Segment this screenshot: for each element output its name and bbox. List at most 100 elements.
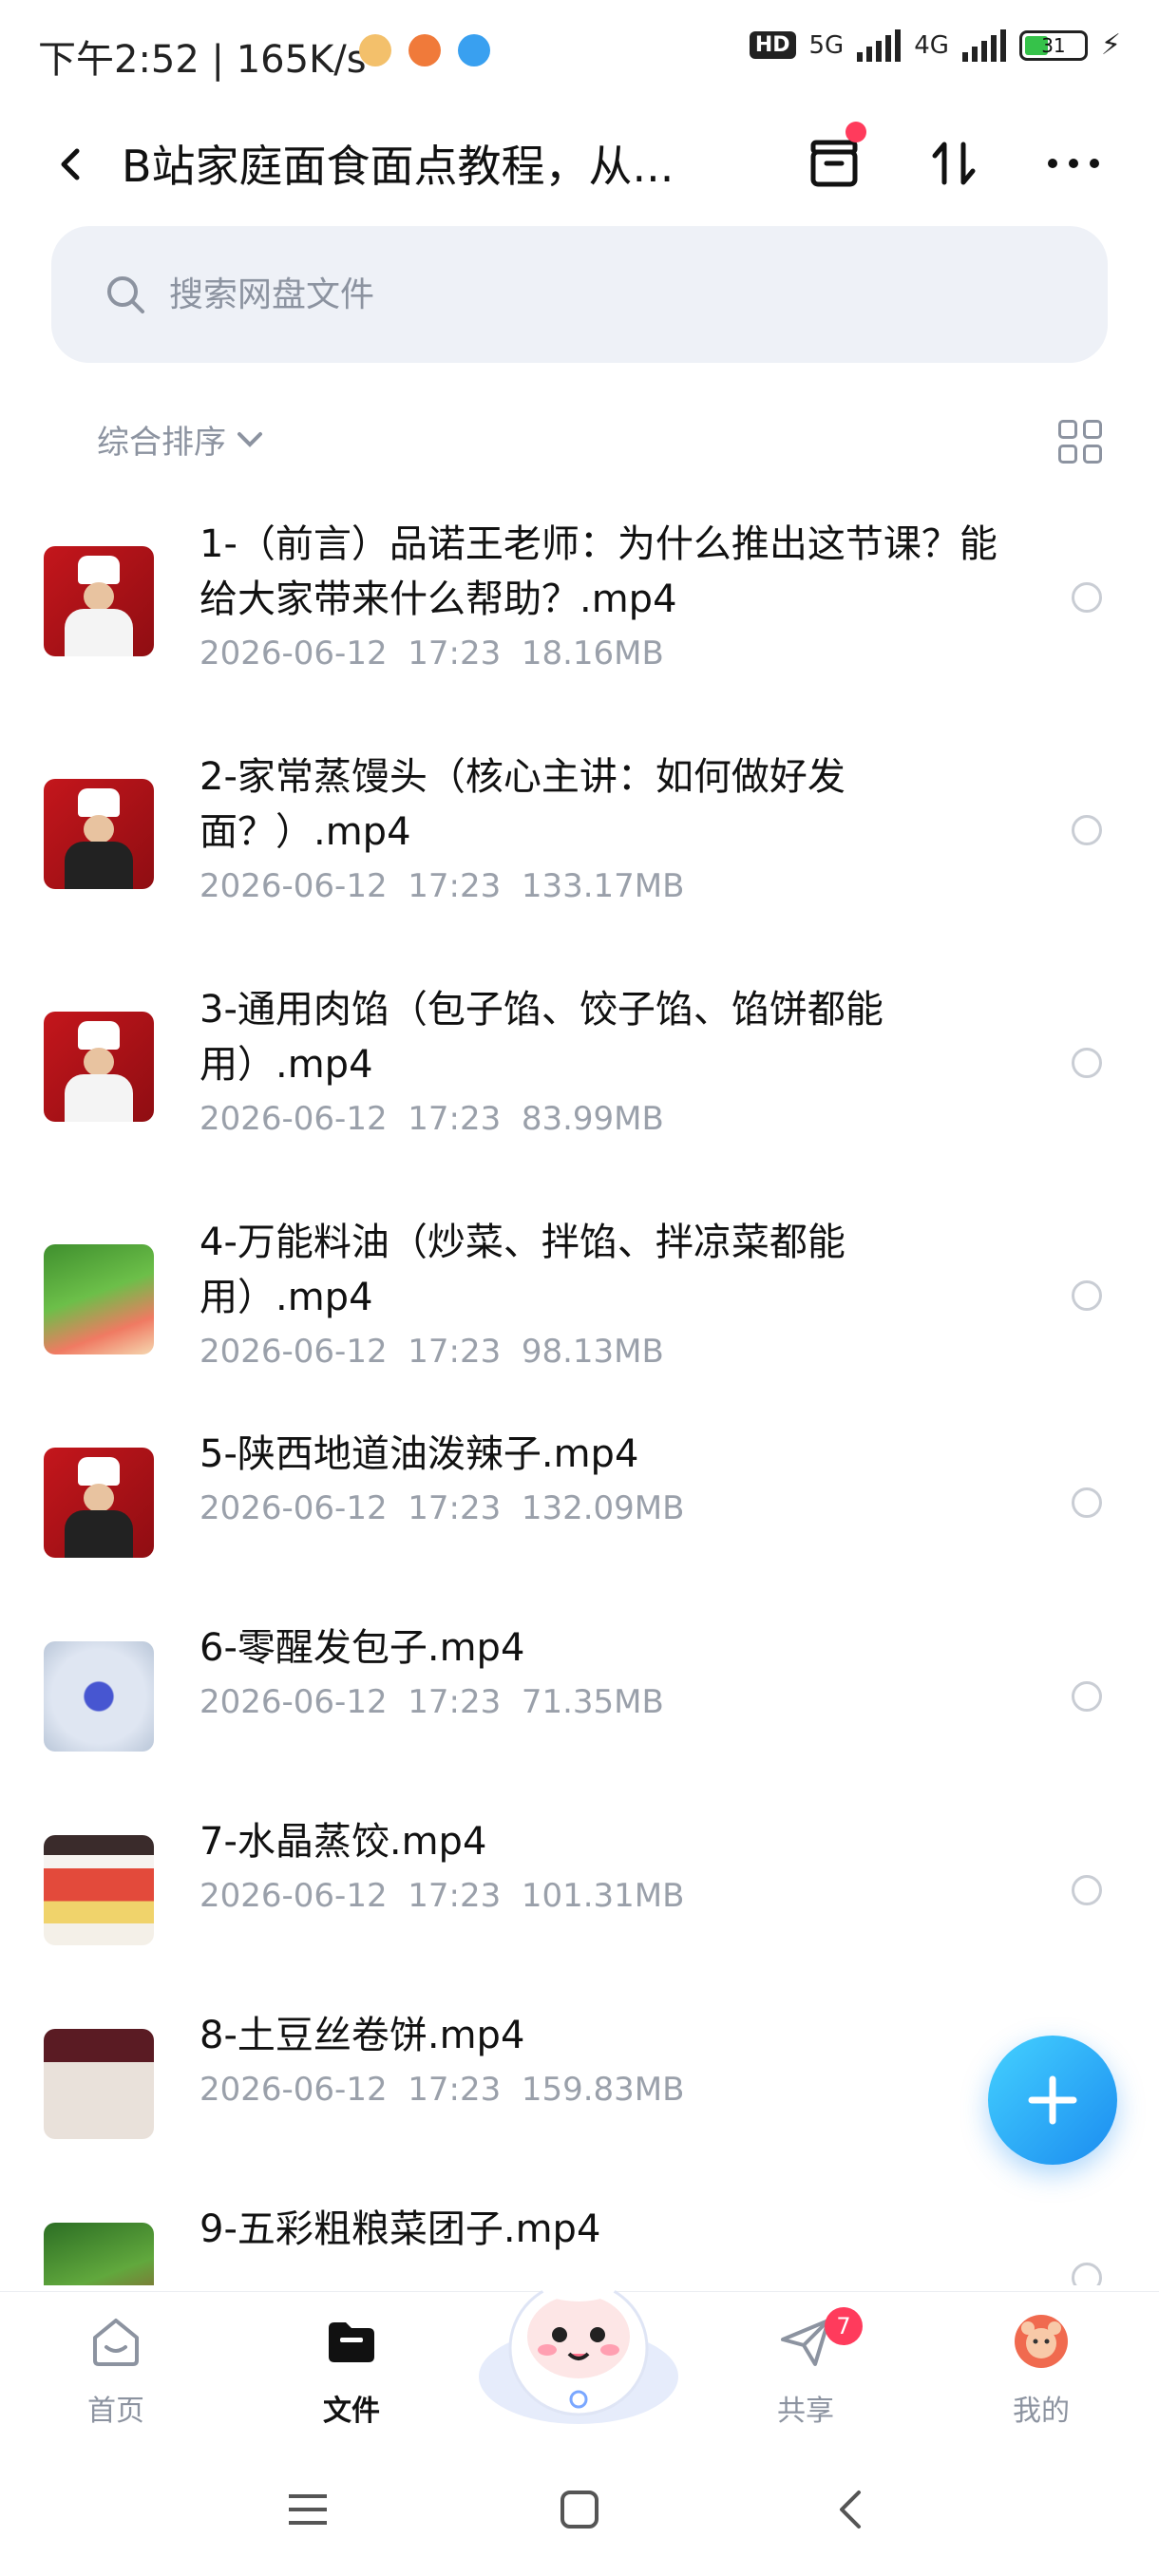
nav-home[interactable]: 首页 [40,2292,192,2444]
chevron-left-icon [61,148,80,180]
file-name: 2-家常蒸馒头（核心主讲：如何做好发面？）.mp4 [200,755,846,854]
file-item[interactable]: 3-通用肉馅（包子馅、饺子馅、馅饼都能用）.mp4 2026-06-12 17:… [0,940,1159,1173]
file-meta: 2026-06-12 17:23 132.09MB [200,1489,684,1527]
file-time: 17:23 [408,1100,502,1138]
file-meta: 2026-06-12 17:23 83.99MB [200,1100,664,1138]
sort-arrows-icon [932,142,976,185]
status-indicators: HD 5G 4G 31 ⚡ [749,28,1121,62]
chevron-down-icon [238,431,262,447]
select-radio[interactable] [1072,582,1102,613]
sort-dropdown[interactable]: 综合排序 [97,416,264,463]
file-name: 6-零醒发包子.mp4 [200,1626,525,1670]
search-icon [107,276,144,313]
file-meta: 2026-06-12 17:23 98.13MB [200,1333,664,1371]
avatar-icon [1015,2315,1068,2368]
file-size: 98.13MB [521,1333,664,1371]
home-icon [93,2319,139,2366]
video-thumbnail [44,2223,154,2285]
file-item[interactable]: 4-万能料油（炒菜、拌馅、拌凉菜都能用）.mp4 2026-06-12 17:2… [0,1173,1159,1406]
file-date: 2026-06-12 [200,1489,388,1527]
file-item[interactable]: 2-家常蒸馒头（核心主讲：如何做好发面？）.mp4 2026-06-12 17:… [0,708,1159,940]
file-item[interactable]: 1-（前言）品诺王老师：为什么推出这节课？能给大家带来什么帮助？.mp4 202… [0,475,1159,708]
nav-mine[interactable]: 我的 [965,2292,1117,2444]
file-time: 17:23 [408,1333,502,1371]
archive-icon [810,140,858,187]
folder-icon [329,2322,374,2362]
sort-button[interactable] [916,125,992,201]
video-thumbnail [44,1012,154,1122]
file-size: 18.16MB [521,635,664,672]
video-thumbnail [44,779,154,889]
app-notification-icon [408,34,441,66]
file-date: 2026-06-12 [200,1683,388,1721]
file-name: 1-（前言）品诺王老师：为什么推出这节课？能给大家带来什么帮助？.mp4 [200,522,998,621]
status-time: 下午2:52 | 165K/s [38,38,367,82]
status-app-icons [359,34,490,66]
nav-share[interactable]: 7 共享 [730,2292,882,2444]
file-item[interactable]: 6-零醒发包子.mp4 2026-06-12 17:23 71.35MB [0,1600,1159,1793]
add-button[interactable] [988,2036,1117,2165]
file-size: 83.99MB [521,1100,664,1138]
system-nav-bar [0,2443,1159,2576]
search-input[interactable] [167,274,1026,315]
video-thumbnail [44,546,154,656]
header: B站家庭面食面点教程，从... [0,104,1159,237]
more-button[interactable] [1036,125,1112,201]
battery-level: 31 [1041,33,1066,57]
app-notification-icon [359,34,391,66]
more-icon [1048,159,1099,168]
sort-label: 综合排序 [97,424,226,462]
back-button[interactable] [38,131,104,198]
assistant-mascot-button[interactable] [471,2234,686,2434]
menu-icon[interactable] [279,2481,336,2538]
signal-icon [857,28,902,62]
back-triangle-icon[interactable] [823,2481,880,2538]
select-radio[interactable] [1072,1048,1102,1078]
file-size: 71.35MB [521,1683,664,1721]
select-radio[interactable] [1072,1875,1102,1905]
video-thumbnail [44,1244,154,1354]
select-radio[interactable] [1072,1487,1102,1518]
video-thumbnail [44,1835,154,1945]
file-time: 17:23 [408,1489,502,1527]
battery-icon: 31 [1018,29,1088,61]
nav-files[interactable]: 文件 [276,2292,428,2444]
file-item[interactable]: 7-水晶蒸饺.mp4 2026-06-12 17:23 101.31MB [0,1793,1159,1987]
transfer-box-button[interactable] [796,122,872,201]
nav-files-label: 文件 [323,2395,380,2428]
file-meta: 2026-06-12 17:23 159.83MB [200,2071,684,2109]
notification-dot [846,122,866,142]
file-size: 132.09MB [521,1489,685,1527]
search-bar[interactable] [51,226,1108,363]
file-name: 4-万能料油（炒菜、拌馅、拌凉菜都能用）.mp4 [200,1221,846,1319]
file-name: 3-通用肉馅（包子馅、饺子馅、馅饼都能用）.mp4 [200,988,884,1087]
file-time: 17:23 [408,1683,502,1721]
video-thumbnail [44,1448,154,1558]
file-time: 17:23 [408,2071,502,2109]
file-item[interactable]: 8-土豆丝卷饼.mp4 2026-06-12 17:23 159.83MB [0,1987,1159,2181]
nav-share-label: 共享 [777,2395,834,2428]
grid-view-icon[interactable] [1058,420,1102,464]
network-5g-label: 5G [808,30,845,60]
file-list: 1-（前言）品诺王老师：为什么推出这节课？能给大家带来什么帮助？.mp4 202… [0,475,1159,2285]
nav-home-label: 首页 [87,2395,144,2428]
plus-icon [1028,2075,1077,2125]
mascot-icon [479,2271,678,2424]
select-radio[interactable] [1072,1681,1102,1712]
file-date: 2026-06-12 [200,1877,388,1915]
select-radio[interactable] [1072,2263,1102,2285]
select-radio[interactable] [1072,1280,1102,1311]
file-date: 2026-06-12 [200,2071,388,2109]
home-square-icon[interactable] [551,2481,608,2538]
select-radio[interactable] [1072,815,1102,845]
file-meta: 2026-06-12 17:23 133.17MB [200,867,684,905]
file-time: 17:23 [408,867,502,905]
share-badge: 7 [825,2307,863,2345]
file-meta: 2026-06-12 17:23 18.16MB [200,635,664,672]
file-meta: 2026-06-12 17:23 101.31MB [200,1877,684,1915]
file-item[interactable]: 5-陕西地道油泼辣子.mp4 2026-06-12 17:23 132.09MB [0,1406,1159,1600]
charging-icon: ⚡ [1100,28,1121,62]
video-thumbnail [44,1641,154,1752]
status-bar: 下午2:52 | 165K/s HD 5G 4G 31 ⚡ [0,0,1159,104]
page-title: B站家庭面食面点教程，从... [122,141,674,192]
